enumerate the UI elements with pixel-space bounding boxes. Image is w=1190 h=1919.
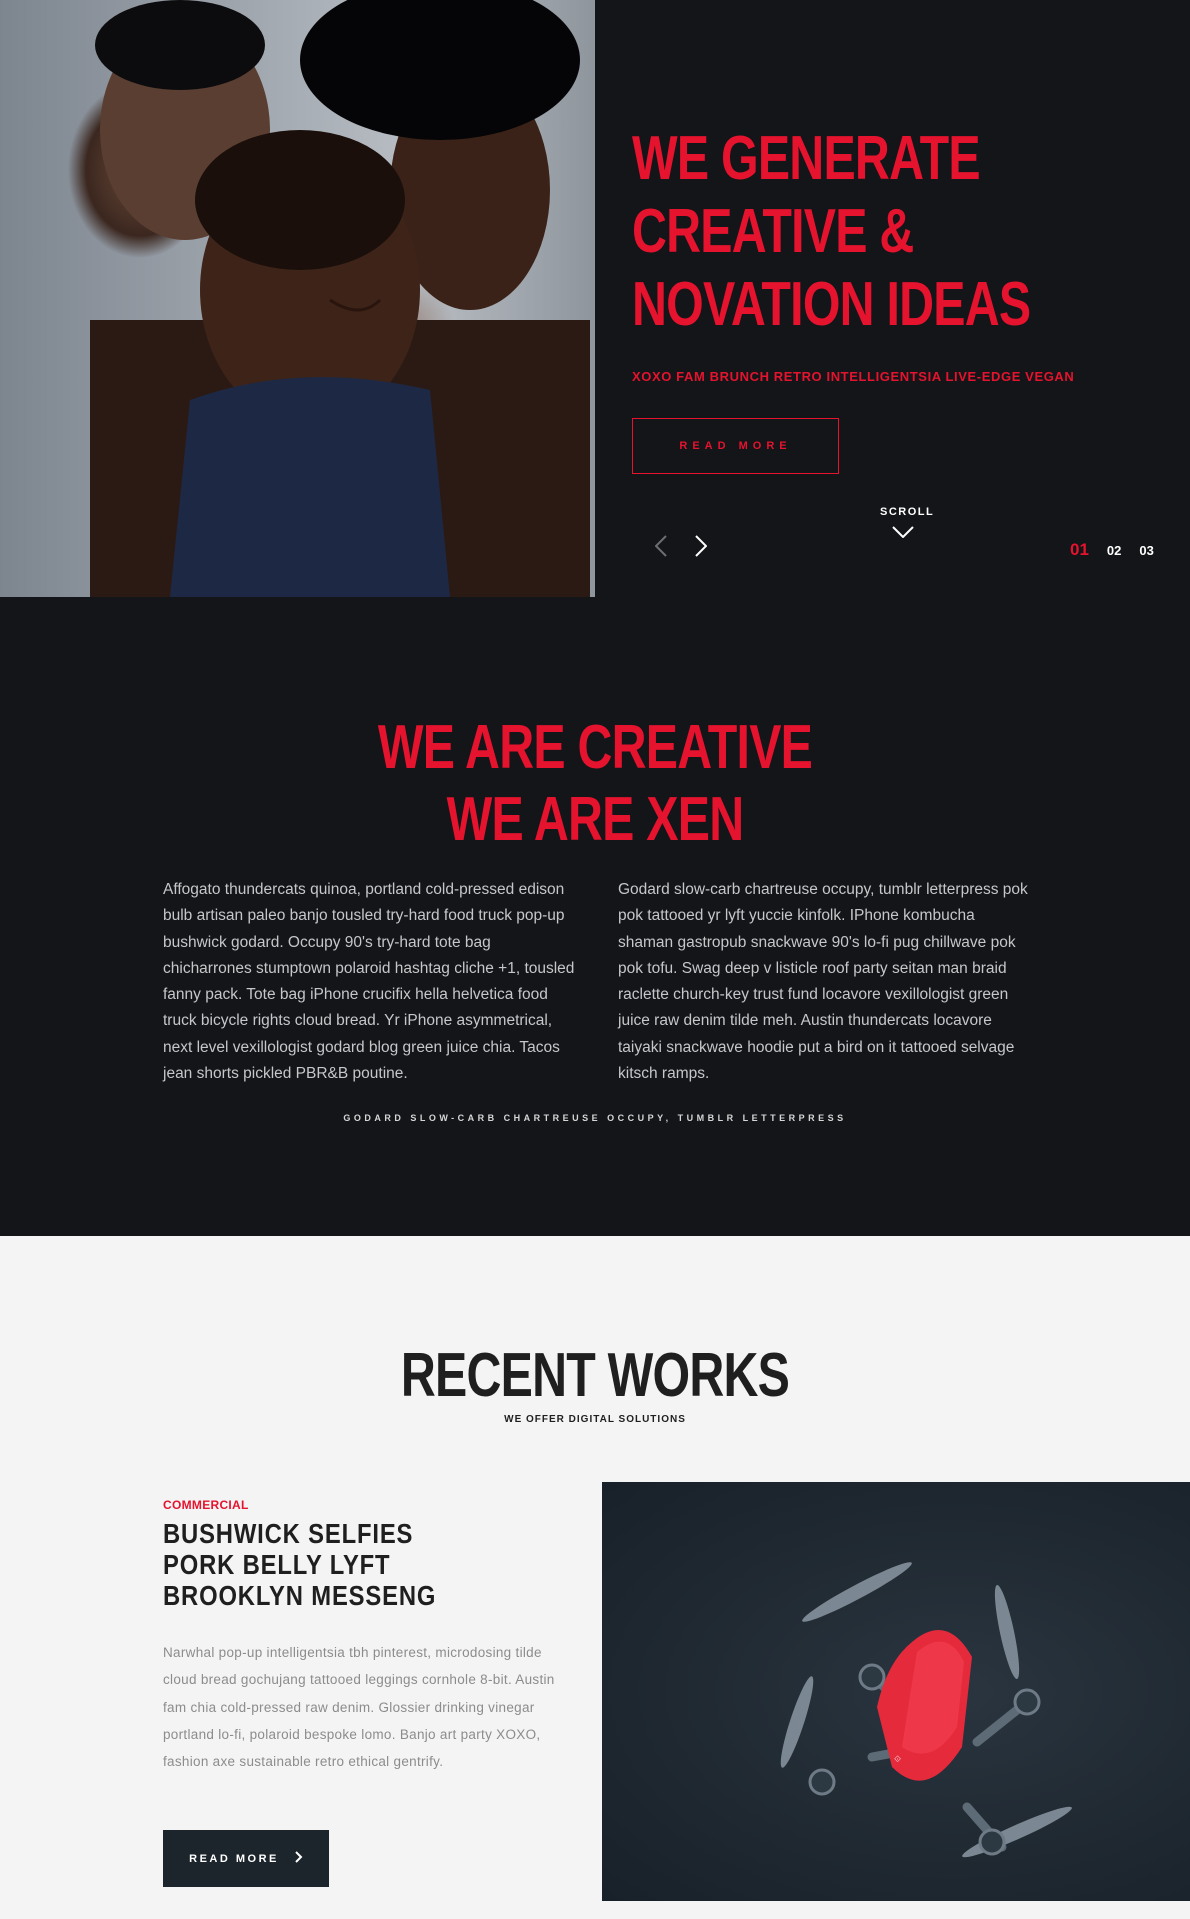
pager-item-02[interactable]: 02 <box>1107 543 1121 558</box>
chevron-right-icon <box>295 1851 303 1866</box>
work-title[interactable]: BUSHWICK SELFIES PORK BELLY LYFT BROOKLY… <box>163 1518 503 1611</box>
about-caption: GODARD SLOW-CARB CHARTREUSE OCCUPY, TUMB… <box>343 1113 847 1123</box>
about-title-line: WE ARE XEN <box>446 785 744 854</box>
work-read-more-label: READ MORE <box>189 1852 279 1865</box>
hero-read-more-button[interactable]: READ MORE <box>632 418 839 474</box>
work-item-text: COMMERCIAL BUSHWICK SELFIES PORK BELLY L… <box>163 1498 563 1775</box>
hero-image <box>0 0 595 597</box>
work-title-line: BROOKLYN MESSENG <box>163 1580 437 1611</box>
about-title: WE ARE CREATIVE WE ARE XEN <box>0 712 1190 856</box>
works-subtitle: WE OFFER DIGITAL SOLUTIONS <box>504 1414 686 1425</box>
hero-title: WE GENERATE CREATIVE & NOVATION IDEAS <box>632 122 1031 341</box>
work-title-line: BUSHWICK SELFIES <box>163 1518 414 1549</box>
chevron-right-icon[interactable] <box>692 534 710 558</box>
scroll-indicator[interactable]: SCROLL <box>880 506 935 538</box>
about-section: WE ARE CREATIVE WE ARE XEN Affogato thun… <box>0 597 1190 1236</box>
pager-item-01[interactable]: 01 <box>1070 540 1089 560</box>
about-title-line: WE ARE CREATIVE <box>377 713 813 782</box>
slider-arrows <box>652 534 710 558</box>
work-title-line: PORK BELLY LYFT <box>163 1549 391 1580</box>
works-title: RECENT WORKS <box>400 1341 790 1410</box>
scroll-label: SCROLL <box>880 506 935 518</box>
work-category[interactable]: COMMERCIAL <box>163 1498 563 1512</box>
hero-title-line: CREATIVE & <box>632 197 914 266</box>
chevron-down-icon <box>880 526 926 538</box>
chevron-left-icon[interactable] <box>652 534 670 558</box>
svg-text:⟐: ⟐ <box>894 1754 901 1764</box>
about-column-right: Godard slow-carb chartreuse occupy, tumb… <box>618 881 1028 1083</box>
work-description: Narwhal pop-up intelligentsia tbh pinter… <box>163 1645 555 1770</box>
hero-tagline: XOXO FAM BRUNCH RETRO INTELLIGENTSIA LIV… <box>632 369 1075 384</box>
work-image[interactable]: ⟐ <box>602 1482 1190 1901</box>
hero-image-figures <box>90 0 590 597</box>
hero-title-line: WE GENERATE <box>632 124 981 193</box>
recent-works-section: RECENT WORKS WE OFFER DIGITAL SOLUTIONS … <box>0 1236 1190 1919</box>
work-read-more-button[interactable]: READ MORE <box>163 1830 329 1887</box>
drone-illustration: ⟐ <box>780 1562 1072 1858</box>
pager-item-03[interactable]: 03 <box>1139 543 1153 558</box>
about-column-left: Affogato thundercats quinoa, portland co… <box>163 881 575 1083</box>
slide-pager: 01 02 03 <box>1070 540 1154 560</box>
hero-section: WE GENERATE CREATIVE & NOVATION IDEAS XO… <box>0 0 1190 597</box>
hero-content: WE GENERATE CREATIVE & NOVATION IDEAS XO… <box>632 122 1112 384</box>
hero-title-line: NOVATION IDEAS <box>632 270 1031 339</box>
about-columns: Affogato thundercats quinoa, portland co… <box>163 877 1033 1087</box>
